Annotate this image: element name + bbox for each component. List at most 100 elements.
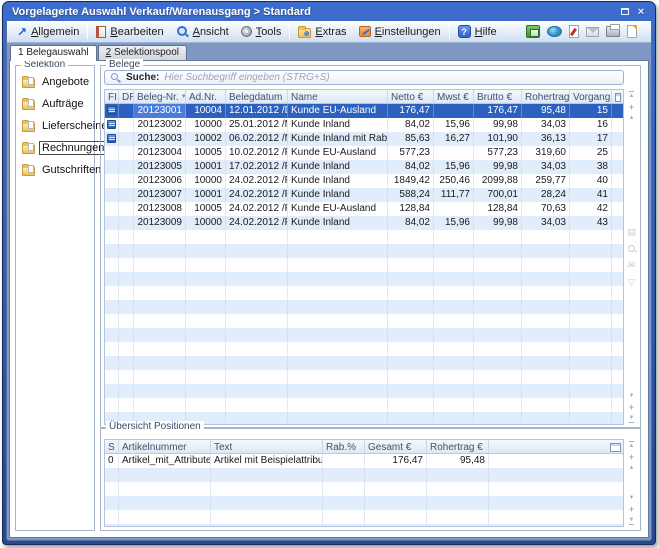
menu-tools[interactable]: Tools xyxy=(235,24,288,40)
scroll-top-icon[interactable]: ▲ xyxy=(629,441,635,449)
header-filler xyxy=(489,440,623,453)
new-document-icon[interactable] xyxy=(627,25,637,38)
search-input[interactable]: Hier Suchbegriff eingeben (STRG+S) xyxy=(164,72,329,83)
folder-icon xyxy=(22,78,35,88)
cell-empty xyxy=(105,314,119,328)
cell-empty xyxy=(434,384,474,398)
cell-empty xyxy=(211,482,323,496)
column-header-text[interactable]: Text xyxy=(211,440,323,453)
table-row[interactable]: 201230071000124.02.2012 /FrKunde Inland5… xyxy=(105,188,623,202)
cell-empty xyxy=(119,272,134,286)
column-header-rohertrag[interactable]: Rohertrag € xyxy=(427,440,489,453)
menu-extras[interactable]: Extras xyxy=(292,24,352,40)
cell-empty xyxy=(323,510,365,524)
scroll-down-icon[interactable]: ▼ xyxy=(629,393,635,399)
sidebar-item-rechnungen[interactable]: Rechnungen xyxy=(22,141,94,155)
column-header-brutto[interactable]: Brutto € xyxy=(474,90,522,103)
tab-selektionspool[interactable]: 2 Selektionspool xyxy=(98,45,187,60)
cell-fi xyxy=(105,188,119,202)
column-header-vorgang[interactable]: Vorgang xyxy=(570,90,612,103)
add-row-icon[interactable]: + xyxy=(629,453,634,461)
table-row[interactable]: 201230091000024.02.2012 /FrKunde Inland8… xyxy=(105,216,623,230)
cell-empty xyxy=(288,300,388,314)
tab-belegauswahl[interactable]: 1 Belegauswahl xyxy=(10,45,97,61)
cell-brutto: 700,01 xyxy=(474,188,522,202)
column-chooser-icon[interactable] xyxy=(610,443,621,452)
cell-empty xyxy=(522,230,570,244)
print-icon[interactable] xyxy=(606,26,620,37)
cell-datum: 17.02.2012 /Fr xyxy=(226,160,288,174)
export-icon[interactable] xyxy=(526,25,540,38)
cell-empty xyxy=(186,314,226,328)
menu-hilfe[interactable]: ? Hilfe xyxy=(452,23,503,40)
table-row[interactable]: 201230051000117.02.2012 /FrKunde Inland8… xyxy=(105,160,623,174)
table-row[interactable]: 201230041000510.02.2012 /FrKunde EU-Ausl… xyxy=(105,146,623,160)
filter-icon[interactable]: ▽ xyxy=(628,277,635,288)
menu-ansicht[interactable]: Ansicht xyxy=(170,23,235,40)
column-header-beleg[interactable]: Beleg-Nr.▼ xyxy=(134,90,186,103)
add-row-icon[interactable]: + xyxy=(629,403,634,411)
menu-separator xyxy=(449,24,450,39)
column-header-mwst[interactable]: Mwst € xyxy=(434,90,474,103)
column-header-datum[interactable]: Belegdatum xyxy=(226,90,288,103)
belege-grid-header: FIDRBeleg-Nr.▼Ad.Nr.BelegdatumNameNetto … xyxy=(105,90,623,104)
cell-dr xyxy=(119,104,134,118)
web-icon[interactable] xyxy=(547,26,562,37)
sidebar-item-auftraege[interactable]: Aufträge xyxy=(22,97,94,111)
column-header-dr[interactable]: DR xyxy=(119,90,134,103)
card-view-icon[interactable]: ▤ xyxy=(627,227,636,238)
cell-empty xyxy=(186,370,226,384)
scroll-down-icon[interactable]: ▼ xyxy=(629,495,635,501)
sidebar-item-angebote[interactable]: Angebote xyxy=(22,75,94,89)
search-bar[interactable]: Suche: Hier Suchbegriff eingeben (STRG+S… xyxy=(104,70,624,85)
sidebar-item-lieferscheine[interactable]: Lieferscheine xyxy=(22,119,94,133)
magnifier-icon xyxy=(176,25,189,38)
column-header-fi[interactable]: FI xyxy=(105,90,119,103)
add-row-icon[interactable]: + xyxy=(629,505,634,513)
sidebar-item-gutschriften[interactable]: Gutschriften xyxy=(22,163,94,177)
scroll-bottom-icon[interactable]: ▼ xyxy=(629,517,635,525)
table-row[interactable]: 201230021000025.01.2012 /MiKunde Inland8… xyxy=(105,118,623,132)
menu-allgemein[interactable]: ↗ Allgemein xyxy=(11,24,85,40)
cell-empty xyxy=(388,314,434,328)
table-row[interactable]: 201230081000524.02.2012 /FrKunde EU-Ausl… xyxy=(105,202,623,216)
restore-button[interactable] xyxy=(617,5,633,19)
column-header-s[interactable]: S xyxy=(105,440,119,453)
cell-empty xyxy=(474,412,522,425)
cell-brutto: 101,90 xyxy=(474,132,522,146)
scroll-top-icon[interactable]: ▲ xyxy=(629,91,635,99)
column-header-rab[interactable]: Rab.% xyxy=(323,440,365,453)
cell-_f xyxy=(612,202,623,216)
table-row[interactable]: 201230031000206.02.2012 /MoKunde Inland … xyxy=(105,132,623,146)
mail-icon[interactable]: ✉ xyxy=(628,260,636,271)
close-button[interactable]: × xyxy=(633,5,649,19)
table-row[interactable]: 201230061000024.02.2012 /FrKunde Inland1… xyxy=(105,174,623,188)
menu-bearbeiten[interactable]: Bearbeiten xyxy=(90,24,169,40)
cell-netto: 1849,42 xyxy=(388,174,434,188)
add-row-icon[interactable]: + xyxy=(629,103,634,111)
column-header-netto[interactable]: Netto € xyxy=(388,90,434,103)
cell-ad: 10000 xyxy=(186,216,226,230)
cell-datum: 25.01.2012 /Mi xyxy=(226,118,288,132)
column-header-rohertrag[interactable]: Rohertrag € xyxy=(522,90,570,103)
table-row[interactable]: 0Artikel_mit_AttributenArtikel mit Beisp… xyxy=(105,454,623,468)
column-header-gesamt[interactable]: Gesamt € xyxy=(365,440,427,453)
column-header-name[interactable]: Name xyxy=(288,90,388,103)
cell-empty xyxy=(612,384,623,398)
cell-empty xyxy=(119,524,211,527)
report-icon[interactable] xyxy=(569,25,579,38)
table-row[interactable]: 201230011000412.01.2012 /DoKunde EU-Ausl… xyxy=(105,104,623,118)
menu-einstellungen[interactable]: Einstellungen xyxy=(353,24,447,40)
column-header-ad[interactable]: Ad.Nr. xyxy=(186,90,226,103)
email-icon[interactable] xyxy=(586,27,599,37)
zoom-icon[interactable] xyxy=(627,244,637,254)
close-icon: × xyxy=(638,6,644,18)
cell-netto: 84,02 xyxy=(388,160,434,174)
cell-empty xyxy=(612,300,623,314)
scroll-bottom-icon[interactable]: ▼ xyxy=(629,415,635,423)
cell-brutto: 176,47 xyxy=(474,104,522,118)
scroll-up-icon[interactable]: ▲ xyxy=(629,465,635,471)
column-chooser-icon[interactable] xyxy=(615,93,621,102)
scroll-up-icon[interactable]: ▲ xyxy=(629,115,635,121)
column-header-artikelnummer[interactable]: Artikelnummer xyxy=(119,440,211,453)
